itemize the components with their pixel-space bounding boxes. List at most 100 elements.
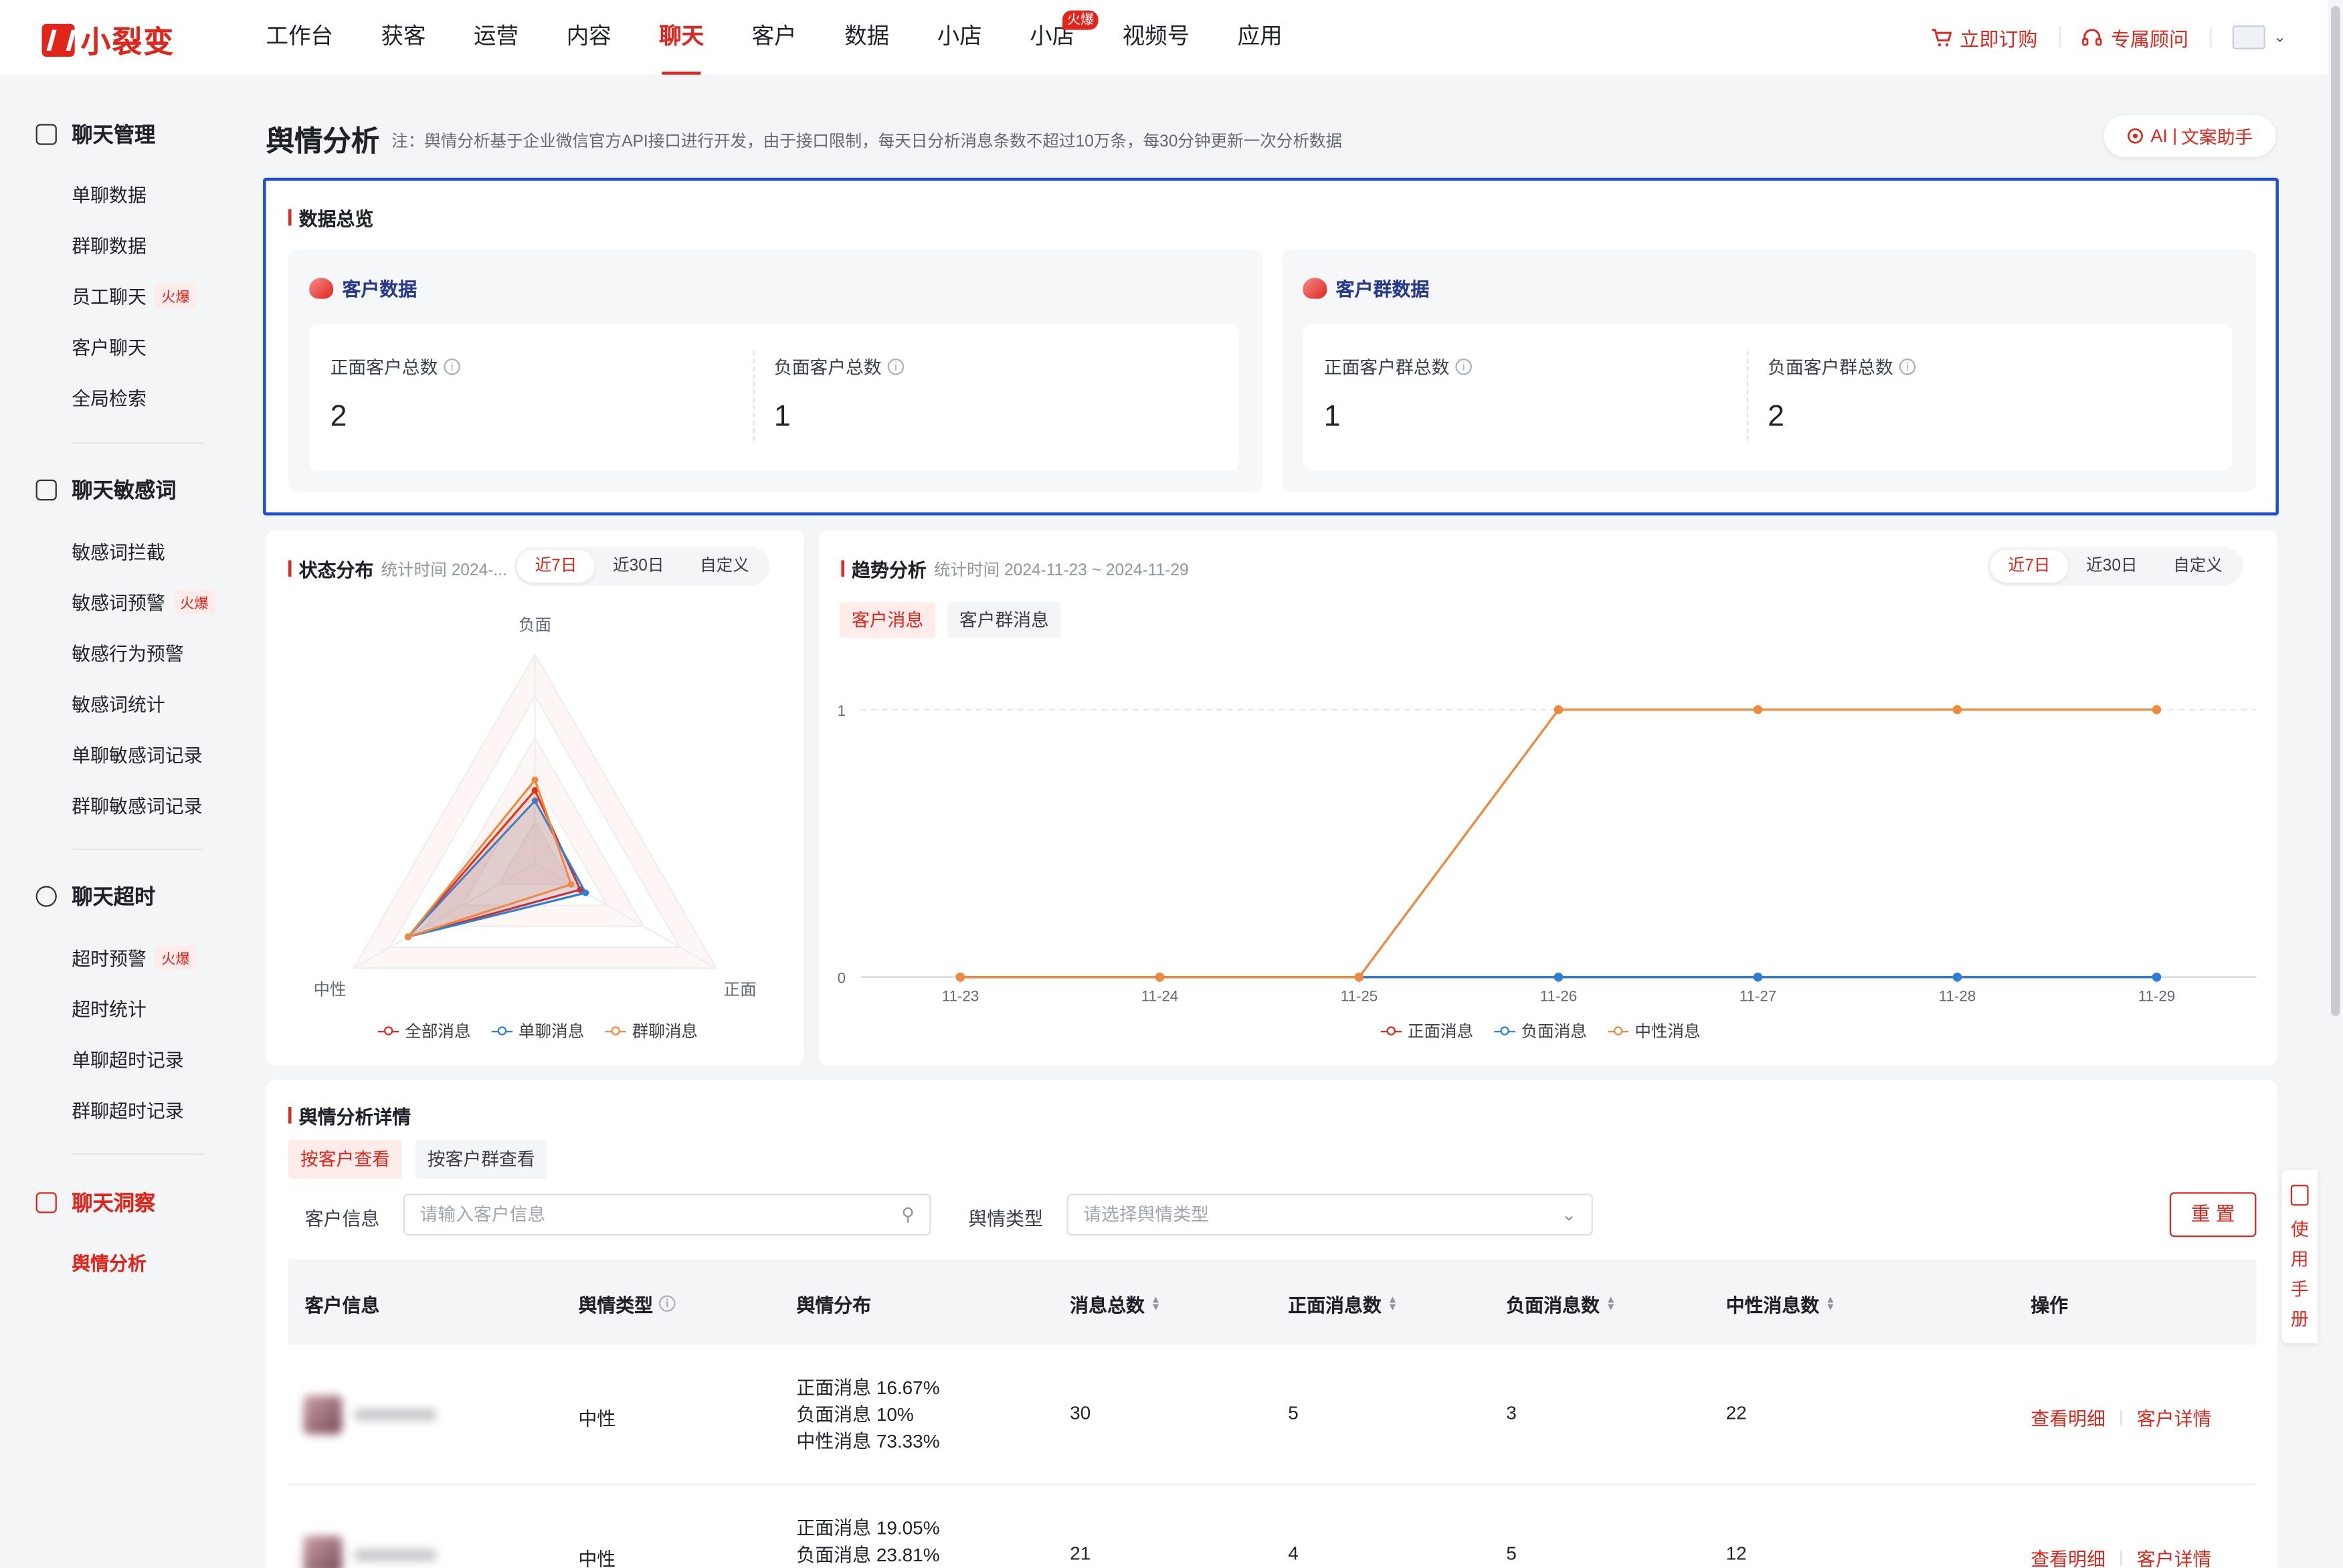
stat-label: 正面客户群总数 i bbox=[1324, 354, 1472, 379]
range-7d[interactable]: 近7日 bbox=[517, 549, 595, 583]
sidebar-item-group-word-log[interactable]: 群聊敏感词记录 bbox=[72, 790, 202, 818]
view-detail-link[interactable]: 查看明细 bbox=[2031, 1403, 2105, 1431]
series-point bbox=[1952, 972, 1962, 982]
trend-analysis-card: 趋势分析 统计时间 2024-11-23 ~ 2024-11-29 近7日 近3… bbox=[818, 530, 2277, 1066]
col-negative[interactable]: 负面消息数 ▲ ▼ bbox=[1506, 1289, 1616, 1317]
tab-by-customer[interactable]: 按客户查看 bbox=[288, 1140, 402, 1179]
hot-badge: 火爆 bbox=[155, 945, 196, 969]
order-link[interactable]: 立即订购 bbox=[1930, 23, 2037, 52]
nav-item-content[interactable]: 内容 bbox=[543, 0, 636, 75]
sidebar-item-word-block[interactable]: 敏感词拦截 bbox=[72, 536, 165, 565]
logo[interactable]: 小裂变 bbox=[41, 18, 175, 62]
stat-positive-groups: 正面客户群总数 i 1 bbox=[1324, 354, 1472, 435]
sort-icon[interactable]: ▲ ▼ bbox=[1825, 1294, 1835, 1312]
nav-item-acquire[interactable]: 获客 bbox=[357, 0, 450, 75]
range-30d[interactable]: 近30日 bbox=[595, 550, 682, 583]
sort-icon[interactable]: ▲ ▼ bbox=[1388, 1294, 1398, 1312]
range-7d[interactable]: 近7日 bbox=[1990, 549, 2069, 583]
sidebar-item-label: 超时预警 bbox=[72, 949, 147, 970]
sidebar-group-label: 聊天洞察 bbox=[72, 1191, 156, 1215]
customer-detail-link[interactable]: 客户详情 bbox=[2137, 1543, 2212, 1568]
col-neutral[interactable]: 中性消息数 ▲ ▼ bbox=[1726, 1289, 1836, 1317]
sidebar-item-global-search[interactable]: 全局检索 bbox=[72, 383, 147, 411]
sidebar-item-single-chat-data[interactable]: 单聊数据 bbox=[72, 179, 147, 207]
sidebar-group-sensitive[interactable]: 聊天敏感词 bbox=[35, 475, 177, 505]
sidebar-item-behavior-alert[interactable]: 敏感行为预警 bbox=[72, 638, 184, 666]
info-icon[interactable]: i bbox=[887, 359, 905, 375]
nav-item-shop[interactable]: 小店 bbox=[913, 0, 1006, 75]
sidebar-item-word-stats[interactable]: 敏感词统计 bbox=[72, 689, 165, 717]
sidebar-item-timeout-stats[interactable]: 超时统计 bbox=[72, 993, 147, 1021]
customer-search-input[interactable]: 请输入客户信息 ⚲ bbox=[403, 1193, 931, 1236]
sidebar-item-staff-chat[interactable]: 员工聊天 火爆 bbox=[72, 281, 196, 309]
legend-item[interactable]: 中性消息 bbox=[1608, 1019, 1701, 1043]
series-point bbox=[1554, 705, 1564, 714]
sort-icon[interactable]: ▲ ▼ bbox=[1151, 1294, 1161, 1312]
sentiment-type-select[interactable]: 请选择舆情类型 ⌄ bbox=[1066, 1193, 1593, 1236]
nav-item-data[interactable]: 数据 bbox=[820, 0, 913, 75]
range-custom[interactable]: 自定义 bbox=[682, 550, 767, 583]
customer-detail-link[interactable]: 客户详情 bbox=[2137, 1403, 2212, 1431]
sidebar-item-timeout-alert[interactable]: 超时预警 火爆 bbox=[72, 943, 196, 971]
sidebar-group-timeout[interactable]: 聊天超时 bbox=[35, 882, 155, 912]
headset-icon bbox=[2081, 28, 2101, 45]
sidebar-item-group-timeout-log[interactable]: 群聊超时记录 bbox=[72, 1095, 184, 1123]
sidebar-item-single-timeout-log[interactable]: 单聊超时记录 bbox=[72, 1044, 184, 1072]
sidebar-item-customer-chat[interactable]: 客户聊天 bbox=[72, 332, 147, 360]
dist-line: 负面消息 23.81% bbox=[796, 1545, 940, 1566]
scrollbar-thumb[interactable] bbox=[2331, 5, 2340, 1016]
sidebar-item-word-alert[interactable]: 敏感词预警 火爆 bbox=[72, 587, 215, 615]
series-point bbox=[2152, 705, 2162, 714]
sidebar-group-chat-manage[interactable]: 聊天管理 bbox=[35, 120, 155, 150]
legend-item[interactable]: 单聊消息 bbox=[491, 1019, 584, 1043]
info-icon[interactable]: i bbox=[444, 359, 460, 375]
nav-item-channels[interactable]: 视频号 bbox=[1099, 0, 1214, 75]
nav-item-operate[interactable]: 运营 bbox=[450, 0, 543, 75]
legend-item[interactable]: 负面消息 bbox=[1494, 1019, 1587, 1043]
nav-item-chat[interactable]: 聊天 bbox=[635, 0, 728, 75]
nav-item-shop-hot[interactable]: 小店 火爆 bbox=[1006, 0, 1099, 75]
info-icon[interactable]: i bbox=[1455, 359, 1472, 375]
search-icon[interactable]: ⚲ bbox=[901, 1195, 915, 1234]
sidebar-group-insight[interactable]: 聊天洞察 bbox=[35, 1188, 156, 1218]
sort-icon[interactable]: ▲ ▼ bbox=[1606, 1294, 1616, 1312]
reset-button[interactable]: 重 置 bbox=[2169, 1192, 2257, 1238]
sidebar-item-sentiment[interactable]: 舆情分析 bbox=[72, 1248, 147, 1276]
ai-assistant-button[interactable]: AI 文案助手 bbox=[2103, 114, 2276, 157]
sidebar-divider bbox=[72, 1153, 203, 1155]
divider bbox=[2209, 27, 2211, 48]
user-menu[interactable]: ⌄ bbox=[2231, 25, 2286, 50]
col-label: 中性消息数 bbox=[1725, 1295, 1820, 1316]
section-subtitle: 统计时间 2024-11-23 ~ 2024-11-29 bbox=[933, 561, 1189, 579]
info-icon[interactable]: i bbox=[1899, 359, 1916, 375]
page-scrollbar[interactable] bbox=[2328, 0, 2343, 1568]
col-positive[interactable]: 正面消息数 ▲ ▼ bbox=[1288, 1289, 1398, 1317]
tab-customer-messages[interactable]: 客户消息 bbox=[840, 602, 936, 638]
cell-negative: 5 bbox=[1506, 1543, 1517, 1565]
sidebar-item-single-word-log[interactable]: 单聊敏感词记录 bbox=[72, 740, 202, 768]
advisor-link[interactable]: 专属顾问 bbox=[2081, 23, 2188, 52]
legend-item[interactable]: 全部消息 bbox=[378, 1019, 471, 1043]
info-icon[interactable]: i bbox=[658, 1295, 676, 1312]
panel-title-label: 客户群数据 bbox=[1335, 279, 1430, 300]
customer-name bbox=[354, 1409, 437, 1421]
legend-marker bbox=[1494, 1025, 1515, 1037]
tab-by-group[interactable]: 按客户群查看 bbox=[415, 1140, 547, 1179]
legend-label: 正面消息 bbox=[1407, 1023, 1474, 1042]
col-total[interactable]: 消息总数 ▲ ▼ bbox=[1070, 1289, 1161, 1317]
nav-item-workbench[interactable]: 工作台 bbox=[266, 0, 357, 75]
logo-text: 小裂变 bbox=[80, 27, 175, 60]
range-30d[interactable]: 近30日 bbox=[2068, 550, 2155, 583]
legend-item[interactable]: 群聊消息 bbox=[605, 1019, 698, 1043]
sidebar-item-group-chat-data[interactable]: 群聊数据 bbox=[72, 230, 147, 258]
nav-item-customer[interactable]: 客户 bbox=[728, 0, 821, 75]
tab-group-messages[interactable]: 客户群消息 bbox=[947, 602, 1061, 638]
view-detail-link[interactable]: 查看明细 bbox=[2031, 1543, 2105, 1568]
col-label: 消息总数 bbox=[1070, 1295, 1145, 1316]
user-manual-button[interactable]: 使 用 手 册 bbox=[2281, 1169, 2318, 1343]
legend-item[interactable]: 正面消息 bbox=[1380, 1019, 1474, 1043]
series-line bbox=[960, 708, 2157, 979]
nav-item-apps[interactable]: 应用 bbox=[1214, 0, 1307, 75]
avatar bbox=[2231, 25, 2265, 50]
range-custom[interactable]: 自定义 bbox=[2155, 550, 2240, 583]
